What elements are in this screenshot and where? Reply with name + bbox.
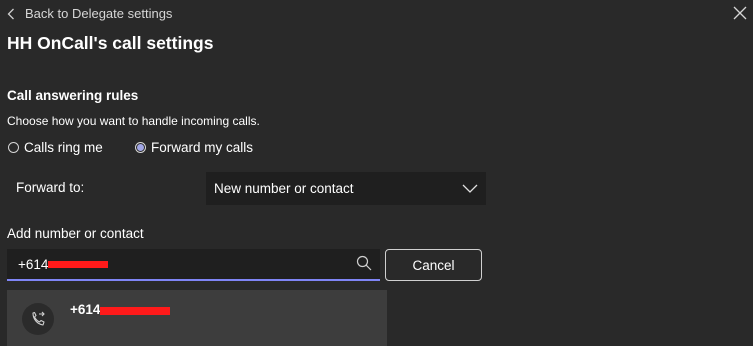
search-icon[interactable] (356, 255, 372, 274)
forward-to-label: Forward to: (16, 180, 85, 195)
redaction-mark (48, 261, 109, 268)
chevron-down-icon (462, 181, 478, 196)
radio-label: Calls ring me (24, 140, 103, 155)
back-to-delegate-settings-link[interactable]: Back to Delegate settings (7, 6, 172, 21)
back-link-label: Back to Delegate settings (25, 6, 173, 21)
dropdown-selected-value: New number or contact (214, 181, 354, 196)
add-number-input[interactable]: +614 (7, 249, 380, 281)
radio-circle-selected (135, 142, 146, 153)
radio-label: Forward my calls (151, 140, 254, 155)
section-description: Choose how you want to handle incoming c… (7, 114, 260, 128)
radio-forward-my-calls[interactable]: Forward my calls (135, 140, 253, 155)
radio-calls-ring-me[interactable]: Calls ring me (8, 140, 103, 155)
input-value: +614 (18, 256, 49, 272)
add-number-label: Add number or contact (7, 226, 144, 241)
chevron-left-icon (7, 7, 17, 21)
suggestion-number: +614 (70, 302, 171, 317)
suggestion-number-text: +614 (70, 302, 101, 317)
section-title: Call answering rules (7, 88, 139, 103)
cancel-button[interactable]: Cancel (385, 249, 482, 281)
radio-circle (8, 142, 19, 153)
suggestion-item[interactable] (7, 290, 387, 346)
page-title: HH OnCall's call settings (7, 33, 214, 53)
forward-to-dropdown[interactable]: New number or contact (206, 172, 486, 205)
close-icon[interactable] (733, 6, 749, 22)
redaction-mark (100, 306, 171, 315)
phone-forward-icon (22, 303, 54, 335)
